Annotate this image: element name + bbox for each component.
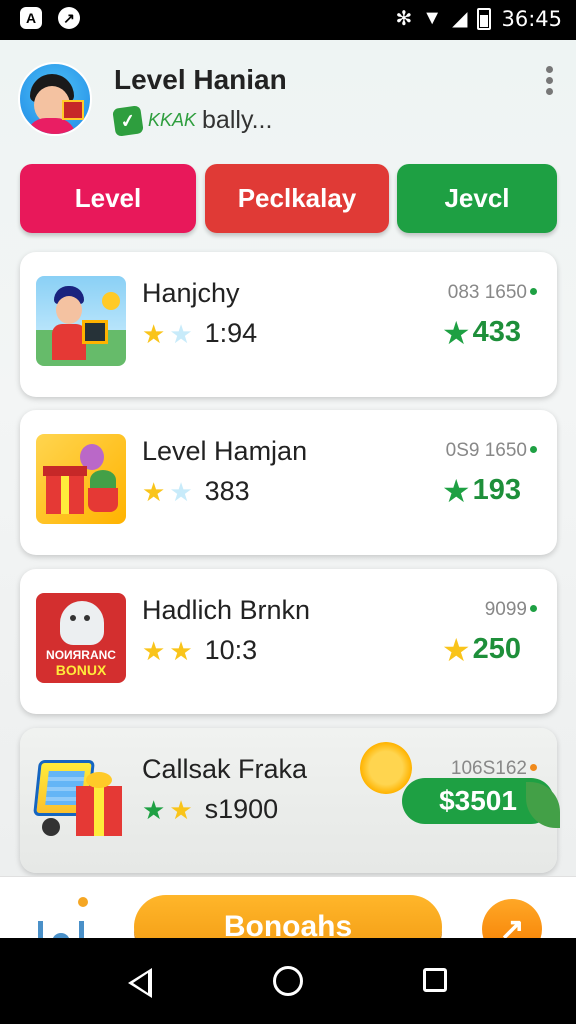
item-name: Hanjchy: [142, 278, 240, 308]
notification-a-icon: A: [20, 7, 42, 29]
item-code: 083 1650: [447, 282, 527, 303]
star-empty-icon: ★: [169, 318, 193, 349]
star-filled-icon: ★: [142, 476, 166, 507]
item-rating-count: 383: [204, 476, 250, 506]
thumb-bonus-text: BONUX: [55, 662, 107, 678]
list-item[interactable]: Level Hamjan ★ ★ 383 0S9 1650 ★ 193: [20, 410, 557, 555]
status-bar: A ↗ ✻ ▼ ◢ 36:45: [0, 0, 576, 40]
wifi-icon: ▼: [422, 7, 443, 29]
star-filled-icon: ★: [142, 318, 166, 349]
item-reward-value: 250: [472, 633, 521, 665]
page-title: Level Hanian: [114, 64, 287, 95]
verified-check-icon: ✓: [112, 104, 144, 137]
status-dot-icon: [530, 288, 537, 295]
list-item[interactable]: Callsak Fraka ★ ★ s1900 106S162 $3501: [20, 728, 560, 873]
item-code: 106S162: [450, 758, 527, 779]
signal-icon: ◢: [452, 8, 468, 30]
tab-peclkalay[interactable]: Peclkalay: [205, 164, 389, 233]
subtitle-text: bally...: [202, 106, 273, 134]
item-rating: ★ ★ s1900: [142, 794, 278, 825]
item-thumbnail: [36, 276, 126, 366]
list-item[interactable]: Hanjchy ★ ★ 1:94 083 1650 ★ 433: [20, 252, 557, 397]
subtitle-tag: KKAK: [148, 110, 197, 130]
home-circle-icon[interactable]: [273, 966, 303, 996]
thumb-text: NOИЯRANC: [46, 648, 116, 662]
avatar[interactable]: [18, 62, 92, 136]
reward-star-icon: ★: [441, 631, 471, 668]
star-filled-icon: ★: [142, 794, 166, 825]
app-screen: Level Hanian ✓ KKAK bally... Level Peclk…: [0, 40, 576, 938]
item-code: 0S9 1650: [445, 440, 527, 461]
status-left-icons: A ↗: [20, 7, 80, 29]
profile-subtitle: ✓ KKAK bally...: [112, 104, 273, 137]
item-reward-value: 193: [472, 474, 521, 506]
tab-level[interactable]: Level: [20, 164, 196, 233]
back-icon[interactable]: [128, 968, 152, 998]
star-empty-icon: ★: [169, 476, 193, 507]
item-rating: ★ ★ 10:3: [142, 635, 257, 666]
item-rating-count: 10:3: [204, 635, 258, 665]
item-name: Level Hamjan: [142, 436, 308, 466]
more-options-icon[interactable]: [546, 66, 554, 95]
compass-icon: ↗: [58, 7, 80, 29]
status-dot-icon: [530, 764, 537, 771]
list-item[interactable]: NOИЯRANC BONUX Hadlich Brnkn ★ ★ 10:3 90…: [20, 569, 557, 714]
item-name: Hadlich Brnkn: [142, 595, 311, 625]
item-rating-count: 1:94: [204, 318, 258, 348]
item-name: Callsak Fraka: [142, 754, 308, 784]
sun-icon: [360, 742, 412, 794]
reward-star-icon: ★: [441, 314, 471, 351]
item-reward-value: 433: [472, 316, 521, 348]
battery-icon: [477, 7, 492, 30]
item-rating: ★ ★ 1:94: [142, 318, 257, 349]
reward-star-icon: ★: [441, 472, 471, 509]
home-icon[interactable]: [34, 897, 88, 938]
status-time: 36:45: [501, 6, 562, 31]
item-rating: ★ ★ 383: [142, 476, 250, 507]
system-nav-bar: [0, 938, 576, 1024]
item-code: 9099: [484, 599, 527, 620]
bottom-bar: Bonoahs ↗: [0, 876, 576, 938]
item-thumbnail: NOИЯRANC BONUX: [36, 593, 126, 683]
tab-jevcl[interactable]: Jevcl: [397, 164, 557, 233]
bluetooth-icon: ✻: [395, 8, 413, 30]
notification-dot-icon: [78, 897, 88, 907]
item-rating-count: s1900: [204, 794, 279, 824]
item-reward: ★ 193: [442, 474, 521, 507]
item-thumbnail: [33, 752, 126, 842]
category-tabs: Level Peclkalay Jevcl: [20, 164, 557, 233]
recent-apps-icon[interactable]: [423, 968, 447, 992]
status-right-icons: ✻ ▼ ◢ 36:45: [396, 6, 562, 31]
item-reward: ★ 433: [442, 316, 521, 349]
status-dot-icon: [530, 605, 537, 612]
star-filled-icon: ★: [169, 794, 193, 825]
bonus-button[interactable]: Bonoahs: [134, 895, 442, 938]
share-arrow-icon[interactable]: ↗: [482, 899, 542, 938]
star-filled-icon: ★: [169, 635, 193, 666]
item-thumbnail: [36, 434, 126, 524]
profile-header: Level Hanian ✓ KKAK bally...: [0, 40, 576, 160]
star-filled-icon: ★: [142, 635, 166, 666]
item-reward: ★ 250: [442, 633, 521, 666]
status-dot-icon: [530, 446, 537, 453]
